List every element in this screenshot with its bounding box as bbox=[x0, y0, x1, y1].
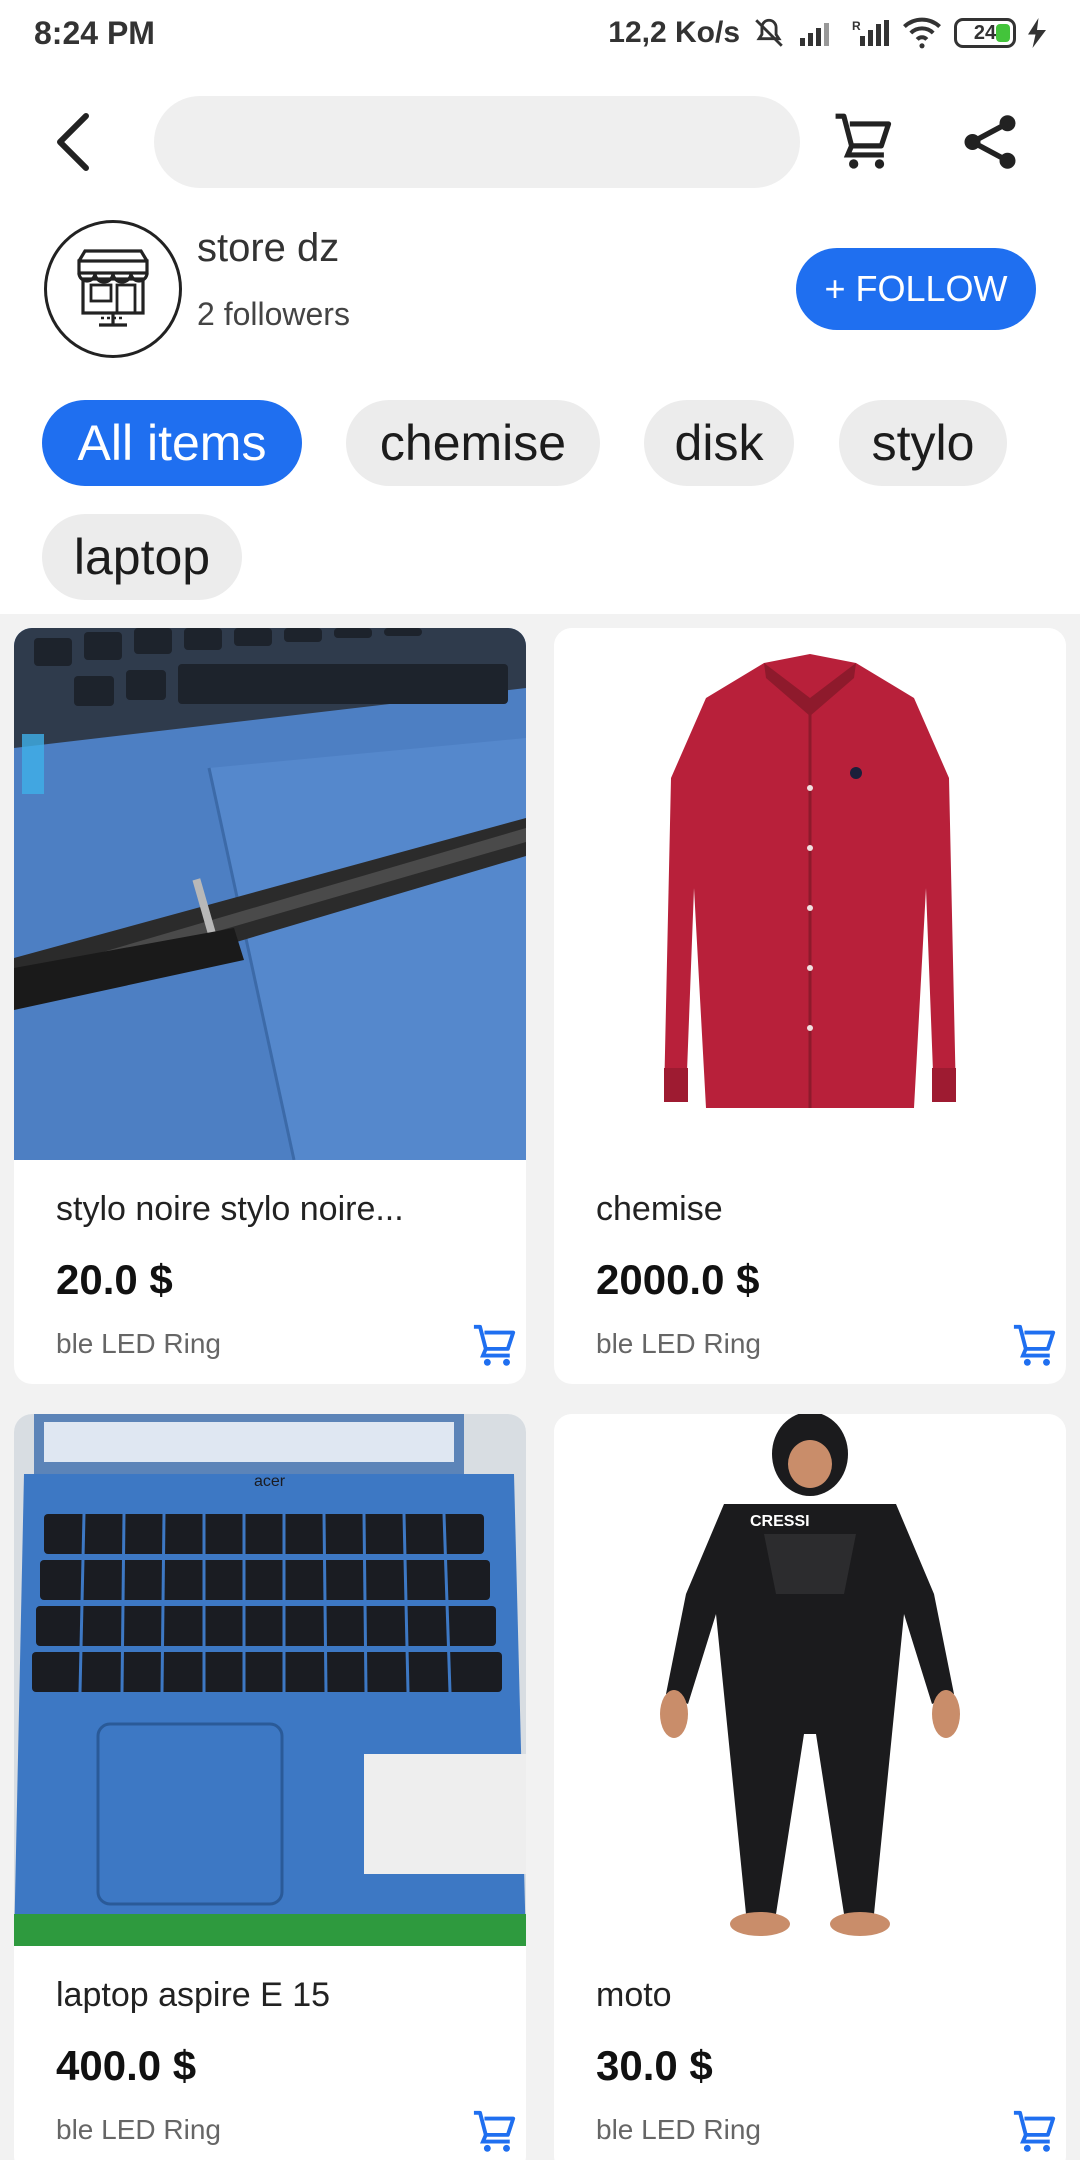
network-speed: 12,2 Ko/s bbox=[608, 16, 740, 49]
cart-icon bbox=[473, 1324, 516, 1366]
product-image-wetsuit[interactable]: CRESSI bbox=[554, 1414, 1066, 1946]
add-to-cart-button[interactable] bbox=[470, 1322, 520, 1370]
category-chip-disk[interactable]: disk bbox=[644, 400, 794, 486]
mute-icon bbox=[755, 18, 783, 47]
product-title: chemise bbox=[596, 1190, 723, 1228]
wifi-icon bbox=[903, 17, 941, 49]
signal-icon bbox=[800, 23, 829, 46]
product-title: moto bbox=[596, 1976, 672, 2014]
svg-text:R: R bbox=[852, 19, 861, 33]
category-chip-stylo[interactable]: stylo bbox=[839, 400, 1007, 486]
product-subtitle: ble LED Ring bbox=[56, 2114, 221, 2145]
charging-icon bbox=[1028, 18, 1046, 48]
battery-level: 24 bbox=[973, 21, 997, 44]
add-to-cart-button[interactable] bbox=[470, 2108, 520, 2156]
category-chip-chemise[interactable]: chemise bbox=[346, 400, 600, 486]
product-image-laptop[interactable]: acer bbox=[14, 1414, 526, 1946]
status-bar: 8:24 PM 12,2 Ko/s R 24 bbox=[0, 0, 1080, 66]
add-to-cart-button[interactable] bbox=[1010, 1322, 1060, 1370]
add-to-cart-button[interactable] bbox=[1010, 2108, 1060, 2156]
cart-icon bbox=[1013, 1324, 1056, 1366]
product-subtitle: ble LED Ring bbox=[596, 2114, 761, 2145]
battery-icon: 24 bbox=[954, 18, 1016, 48]
product-card[interactable]: CRESSI moto 30.0 $ ble LED Ring bbox=[554, 1414, 1066, 2160]
product-card[interactable]: stylo noire stylo noire... 20.0 $ ble LE… bbox=[14, 628, 526, 1384]
follow-button[interactable]: + FOLLOW bbox=[796, 248, 1036, 330]
search-input[interactable] bbox=[154, 96, 800, 188]
signal-roaming-icon: R bbox=[852, 19, 889, 46]
product-title: stylo noire stylo noire... bbox=[56, 1190, 404, 1228]
share-button[interactable] bbox=[958, 110, 1022, 174]
store-name: store dz bbox=[197, 226, 340, 270]
category-chip-laptop[interactable]: laptop bbox=[42, 514, 242, 600]
product-image-shirt[interactable] bbox=[554, 628, 1066, 1160]
back-arrow-icon bbox=[57, 113, 89, 171]
category-chip-all-items[interactable]: All items bbox=[42, 400, 302, 486]
product-price: 400.0 $ bbox=[56, 2042, 197, 2089]
status-time: 8:24 PM bbox=[34, 14, 155, 51]
cart-icon bbox=[835, 113, 892, 169]
product-subtitle: ble LED Ring bbox=[596, 1328, 761, 1359]
product-title: laptop aspire E 15 bbox=[56, 1976, 331, 2014]
product-card[interactable]: chemise 2000.0 $ ble LED Ring bbox=[554, 628, 1066, 1384]
cart-button[interactable] bbox=[832, 110, 896, 174]
product-subtitle: ble LED Ring bbox=[56, 1328, 221, 1359]
product-card[interactable]: acer laptop aspire E 15 400.0 $ ble LED … bbox=[14, 1414, 526, 2160]
store-avatar[interactable] bbox=[44, 220, 182, 358]
cart-icon bbox=[473, 2110, 516, 2152]
svg-text:acer: acer bbox=[254, 1473, 286, 1490]
header-bar bbox=[0, 96, 1080, 188]
product-image-pen[interactable] bbox=[14, 628, 526, 1160]
product-price: 30.0 $ bbox=[596, 2042, 713, 2089]
back-button[interactable] bbox=[44, 110, 104, 174]
svg-text:CRESSI: CRESSI bbox=[750, 1513, 810, 1530]
share-icon bbox=[964, 115, 1016, 169]
cart-icon bbox=[1013, 2110, 1056, 2152]
status-icons: 12,2 Ko/s R 24 bbox=[608, 16, 1046, 50]
product-price: 20.0 $ bbox=[56, 1256, 173, 1303]
storefront-icon bbox=[77, 249, 149, 327]
product-price: 2000.0 $ bbox=[596, 1256, 760, 1303]
store-followers: 2 followers bbox=[197, 296, 350, 332]
